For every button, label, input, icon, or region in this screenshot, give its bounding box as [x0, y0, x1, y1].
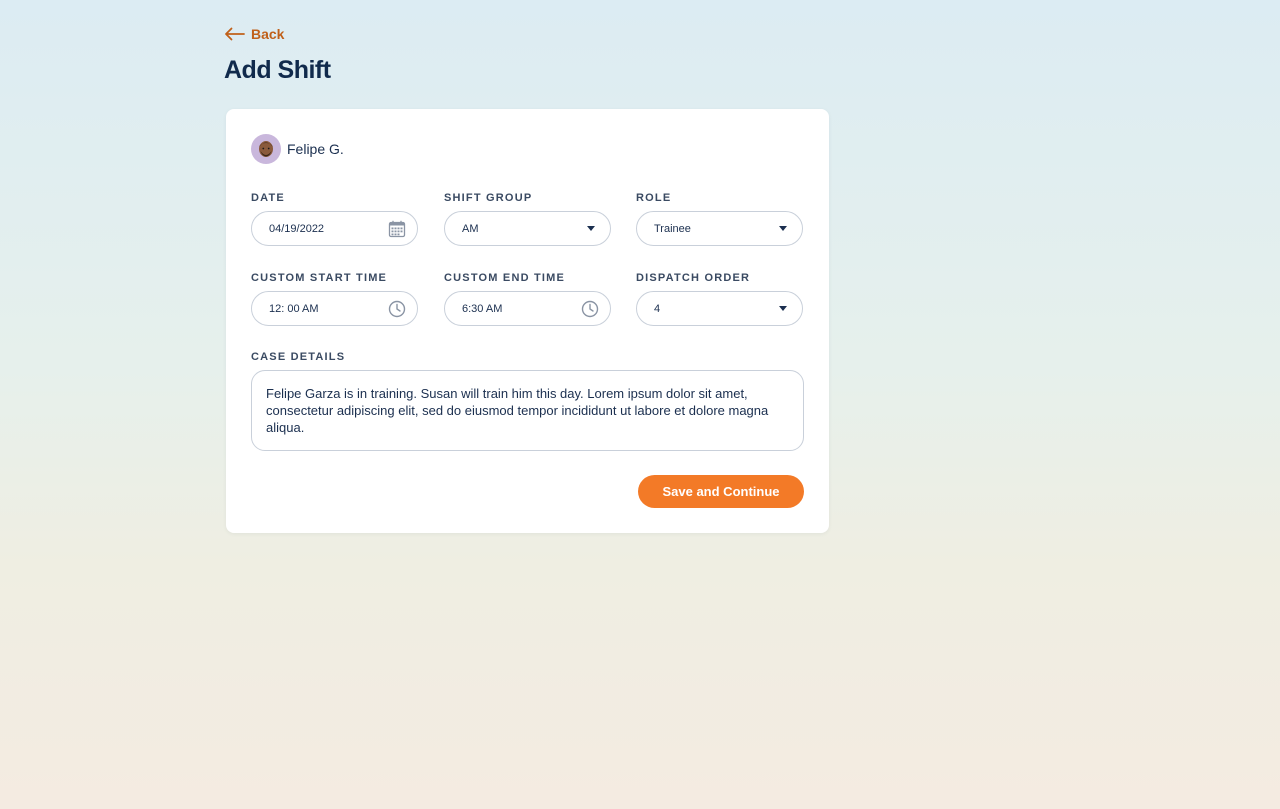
- shift-group-select[interactable]: AM: [444, 211, 611, 246]
- arrow-left-icon: [225, 27, 245, 41]
- user-face-icon: [259, 141, 273, 157]
- date-input[interactable]: 04/19/2022: [251, 211, 418, 246]
- case-details-label: CASE DETAILS: [251, 351, 346, 363]
- end-time-value: 6:30 AM: [462, 302, 503, 315]
- role-value: Trainee: [654, 222, 691, 235]
- shift-group-value: AM: [462, 222, 479, 235]
- dispatch-order-label: DISPATCH ORDER: [636, 272, 751, 284]
- shift-group-label: SHIFT GROUP: [444, 192, 533, 204]
- shift-group-field-group: SHIFT GROUP AM: [444, 191, 611, 246]
- calendar-icon[interactable]: [387, 219, 407, 239]
- dispatch-order-value: 4: [654, 302, 661, 315]
- chevron-down-icon: [587, 226, 595, 231]
- add-shift-card: Felipe G. DATE 04/19/2022 SHIFT GROUP AM…: [226, 109, 829, 533]
- start-time-field-group: CUSTOM START TIME 12: 00 AM: [251, 271, 418, 326]
- start-time-input[interactable]: 12: 00 AM: [251, 291, 418, 326]
- date-label: DATE: [251, 192, 285, 204]
- case-details-field-group: CASE DETAILS Felipe Garza is in training…: [251, 350, 804, 451]
- user-row: Felipe G.: [251, 134, 344, 164]
- role-select[interactable]: Trainee: [636, 211, 803, 246]
- page-title: Add Shift: [224, 56, 331, 84]
- save-and-continue-button[interactable]: Save and Continue: [638, 475, 804, 508]
- date-field-group: DATE 04/19/2022: [251, 191, 418, 246]
- end-time-input[interactable]: 6:30 AM: [444, 291, 611, 326]
- chevron-down-icon: [779, 226, 787, 231]
- clock-icon[interactable]: [580, 299, 600, 319]
- user-name: Felipe G.: [287, 141, 344, 157]
- case-details-textarea[interactable]: Felipe Garza is in training. Susan will …: [251, 370, 804, 451]
- chevron-down-icon: [779, 306, 787, 311]
- end-time-label: CUSTOM END TIME: [444, 272, 566, 284]
- dispatch-order-select[interactable]: 4: [636, 291, 803, 326]
- dispatch-order-field-group: DISPATCH ORDER 4: [636, 271, 803, 326]
- back-link[interactable]: Back: [224, 26, 284, 42]
- date-value: 04/19/2022: [269, 222, 325, 235]
- clock-icon[interactable]: [387, 299, 407, 319]
- avatar: [251, 134, 281, 164]
- start-time-value: 12: 00 AM: [269, 302, 319, 315]
- role-field-group: ROLE Trainee: [636, 191, 803, 246]
- start-time-label: CUSTOM START TIME: [251, 272, 388, 284]
- back-label: Back: [251, 26, 285, 42]
- end-time-field-group: CUSTOM END TIME 6:30 AM: [444, 271, 611, 326]
- role-label: ROLE: [636, 192, 672, 204]
